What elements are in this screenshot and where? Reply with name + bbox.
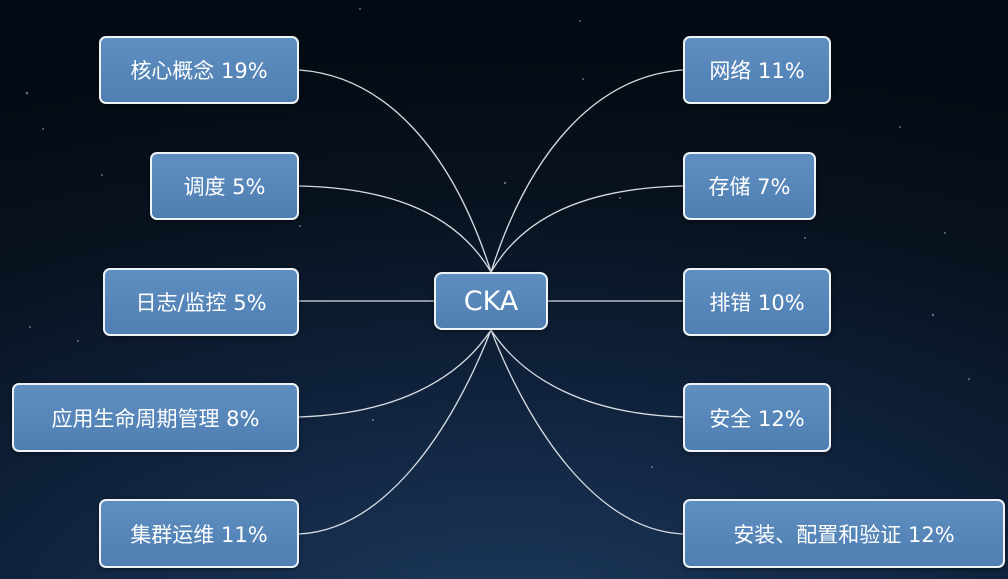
topic-scheduling: 调度 5% xyxy=(150,152,299,220)
topic-troubleshooting: 排错 10% xyxy=(683,268,831,336)
topic-label: 安全 12% xyxy=(709,406,805,431)
center-node-label: CKA xyxy=(463,285,519,317)
topic-logging-monitoring: 日志/监控 5% xyxy=(103,268,299,336)
topic-cluster-maintenance: 集群运维 11% xyxy=(99,499,299,568)
topic-label: 集群运维 11% xyxy=(130,522,268,547)
center-node-cka: CKA xyxy=(434,272,548,330)
topic-label: 安装、配置和验证 12% xyxy=(733,522,955,547)
connector-line-4 xyxy=(298,329,492,418)
topic-app-lifecycle: 应用生命周期管理 8% xyxy=(12,383,299,452)
connector-line-5 xyxy=(298,329,492,535)
topic-label: 网络 11% xyxy=(709,59,805,83)
topic-core-concepts: 核心概念 19% xyxy=(99,36,299,104)
topic-label: 排错 10% xyxy=(709,291,805,315)
topic-label: 调度 5% xyxy=(183,175,266,199)
topic-label: 核心概念 19% xyxy=(130,59,268,83)
topic-installation: 安装、配置和验证 12% xyxy=(683,499,1005,568)
connector-line-1 xyxy=(298,69,492,273)
connector-line-9 xyxy=(490,329,684,418)
topic-label: 应用生命周期管理 8% xyxy=(51,406,260,431)
topic-security: 安全 12% xyxy=(683,383,831,452)
topic-label: 日志/监控 5% xyxy=(135,291,267,315)
topic-label: 存储 7% xyxy=(708,175,791,199)
connector-line-6 xyxy=(490,69,684,273)
connector-line-10 xyxy=(490,329,684,535)
topic-storage: 存储 7% xyxy=(683,152,816,220)
topic-networking: 网络 11% xyxy=(683,36,831,104)
